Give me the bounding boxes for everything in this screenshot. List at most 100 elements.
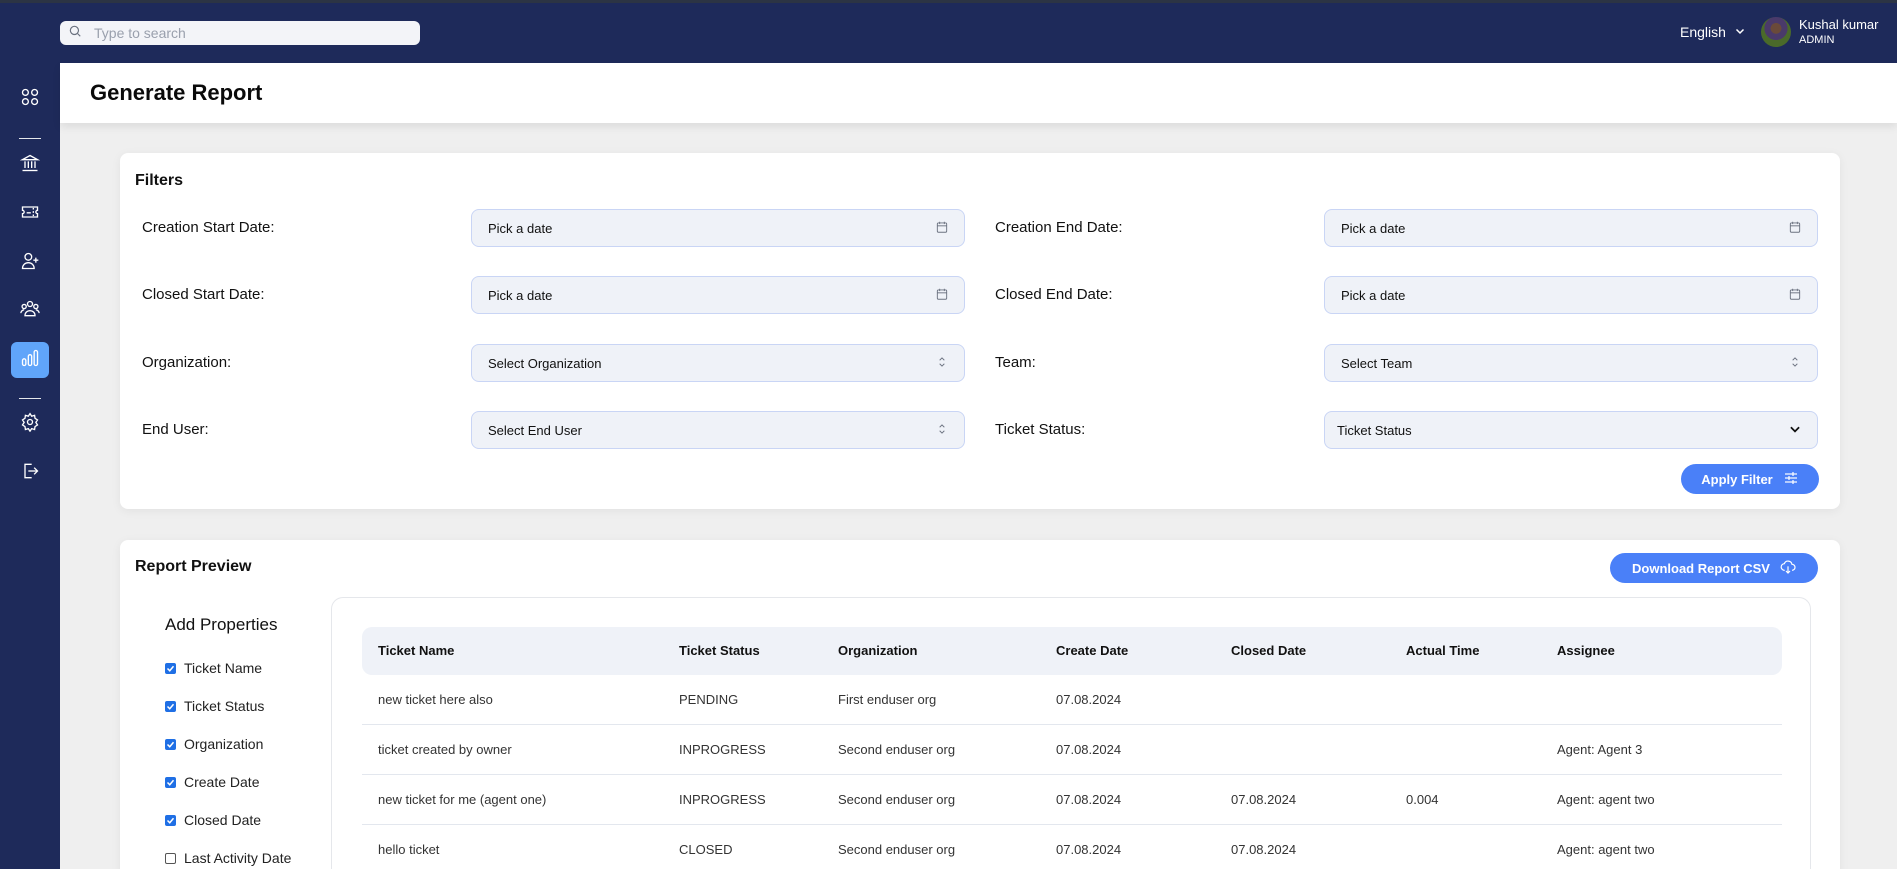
download-csv-button[interactable]: Download Report CSV [1610,553,1818,583]
cell-closed-date: 07.08.2024 [1231,792,1297,807]
property-option[interactable]: Ticket Status [165,687,291,725]
report-table: Ticket Name Ticket Status Organization C… [331,597,1811,869]
team-select-value: Select Team [1341,355,1413,371]
cell-ticket-name: ticket created by owner [378,742,512,757]
calendar-icon [935,287,949,304]
language-label: English [1680,24,1726,40]
ticket-status-label: Ticket Status: [995,421,1086,438]
user-role: ADMIN [1799,34,1835,46]
nav-add-user[interactable] [11,245,49,281]
column-header: Ticket Status [679,643,760,658]
checkbox-checked[interactable] [165,662,176,674]
logout-icon [20,461,40,486]
cell-ticket-status: PENDING [679,692,739,707]
report-preview-title: Report Preview [135,558,252,575]
add-properties-panel: Add Properties Ticket Name Ticket Status… [165,615,291,869]
cell-closed-date: 07.08.2024 [1231,842,1297,857]
apply-filter-label: Apply Filter [1701,471,1773,487]
ticket-status-select-value: Ticket Status [1337,422,1412,438]
chevron-down-icon [1788,422,1802,439]
download-csv-label: Download Report CSV [1632,560,1770,576]
cell-create-date: 07.08.2024 [1056,742,1122,757]
chevron-down-icon [1734,24,1746,40]
cell-ticket-name: hello ticket [378,842,440,857]
report-preview-card: Report Preview Download Report CSV Add P… [120,540,1840,869]
nav-logout[interactable] [11,455,49,491]
creation-start-label: Creation Start Date: [142,219,275,236]
table-row: new ticket for me (agent one) INPROGRESS… [362,775,1782,825]
property-label: Create Date [184,774,260,790]
property-option[interactable]: Organization [165,725,291,763]
cell-ticket-status: INPROGRESS [679,742,766,757]
checkbox-checked[interactable] [165,700,176,712]
creation-start-date-picker[interactable]: Pick a date [471,209,965,247]
chevron-up-down-icon [935,355,949,372]
reports-chart-icon [20,348,40,373]
page-title: Generate Report [90,80,263,105]
organization-select[interactable]: Select Organization [471,344,965,382]
column-header: Create Date [1056,643,1129,658]
calendar-icon [935,220,949,237]
avatar [1761,17,1791,47]
cell-organization: Second enduser org [838,842,956,857]
apply-filter-button[interactable]: Apply Filter [1681,464,1819,494]
sliders-icon [1783,470,1799,489]
nav-divider [19,138,41,139]
cell-ticket-name: new ticket for me (agent one) [378,792,547,807]
closed-start-date-picker[interactable]: Pick a date [471,276,965,314]
property-option[interactable]: Last Activity Date [165,839,291,869]
column-header: Assignee [1557,643,1615,658]
property-label: Ticket Status [184,698,265,714]
property-label: Closed Date [184,812,262,828]
nav-dashboard[interactable] [11,81,49,117]
nav-teams[interactable] [11,293,49,329]
property-label: Last Activity Date [184,850,292,866]
end-user-select[interactable]: Select End User [471,411,965,449]
creation-end-date-picker[interactable]: Pick a date [1324,209,1818,247]
settings-gear-icon [20,411,40,437]
closed-end-placeholder: Pick a date [1341,287,1406,303]
column-header: Closed Date [1231,643,1307,658]
language-selector[interactable]: English [1680,24,1746,40]
column-header: Organization [838,643,918,658]
team-icon [20,299,40,324]
team-select[interactable]: Select Team [1324,344,1818,382]
column-header: Ticket Name [378,643,455,658]
checkbox-checked[interactable] [165,776,176,788]
cell-organization: First enduser org [838,692,937,707]
cell-organization: Second enduser org [838,792,956,807]
closed-end-date-picker[interactable]: Pick a date [1324,276,1818,314]
ticket-status-select[interactable]: Ticket Status [1324,411,1818,449]
checkbox-unchecked[interactable] [165,852,176,864]
table-row: ticket created by owner INPROGRESS Secon… [362,725,1782,775]
nav-settings[interactable] [11,406,49,442]
search-icon [68,24,82,43]
dashboard-grid-icon [20,87,40,112]
property-option[interactable]: Ticket Name [165,649,291,687]
property-option[interactable]: Create Date [165,763,291,801]
closed-start-placeholder: Pick a date [488,287,553,303]
search-box[interactable] [60,21,420,45]
checkbox-checked[interactable] [165,738,176,750]
column-header: Actual Time [1406,643,1480,658]
property-option[interactable]: Closed Date [165,801,291,839]
cell-assignee: Agent: agent two [1557,792,1655,807]
nav-reports[interactable] [11,342,49,378]
cell-create-date: 07.08.2024 [1056,842,1122,857]
closed-start-label: Closed Start Date: [142,286,265,303]
table-row: hello ticket CLOSED Second enduser org 0… [362,825,1782,869]
cell-ticket-status: CLOSED [679,842,733,857]
organization-label: Organization: [142,354,232,371]
search-input[interactable] [94,25,394,41]
end-user-label: End User: [142,421,209,438]
closed-end-label: Closed End Date: [995,286,1113,303]
nav-organizations[interactable] [11,147,49,183]
property-label: Ticket Name [184,660,263,676]
user-profile[interactable]: Kushal kumar ADMIN [1761,17,1878,47]
nav-tickets[interactable] [11,196,49,232]
cell-assignee: Agent: Agent 3 [1557,742,1643,757]
checkbox-checked[interactable] [165,814,176,826]
calendar-icon [1788,287,1802,304]
cell-create-date: 07.08.2024 [1056,792,1122,807]
cell-create-date: 07.08.2024 [1056,692,1122,707]
